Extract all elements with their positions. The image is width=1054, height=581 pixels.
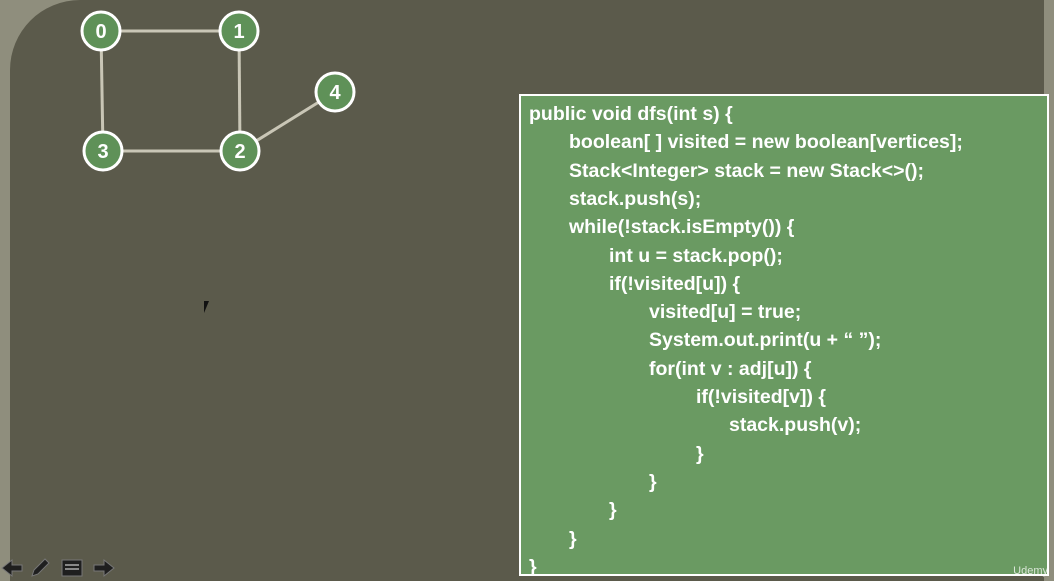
code-line: }: [569, 527, 577, 550]
code-line: stack.push(v);: [729, 414, 862, 437]
code-line: }: [609, 499, 617, 522]
previous-slide-button[interactable]: [0, 556, 24, 580]
arrow-right-icon: [93, 558, 115, 578]
code-panel: public void dfs(int s) { boolean[ ] visit…: [519, 94, 1049, 576]
slide-menu-button[interactable]: [60, 556, 84, 580]
code-line: while(!stack.isEmpty()) {: [569, 216, 795, 239]
code-line: }: [529, 555, 537, 576]
code-line: visited[u] = true;: [649, 301, 802, 324]
mouse-cursor-icon: [204, 301, 214, 313]
presentation-toolbar: [0, 553, 130, 581]
code-line: int u = stack.pop();: [609, 244, 783, 267]
code-line: }: [649, 470, 657, 493]
code-line: if(!visited[v]) {: [696, 386, 827, 408]
pencil-icon: [31, 558, 50, 577]
code-line: if(!visited[u]) {: [609, 272, 741, 295]
code-line: }: [696, 442, 704, 465]
code-line: System.out.print(u + “ ”);: [649, 329, 882, 352]
code-line: public void dfs(int s) {: [529, 103, 733, 125]
graph-node-label: 2: [234, 141, 245, 163]
arrow-left-icon: [1, 558, 23, 578]
graph-node-label: 3: [97, 141, 108, 163]
graph-node-label: 0: [95, 21, 106, 43]
graph-node-3: 3: [82, 130, 124, 172]
code-line: Stack<Integer> stack = new Stack<>();: [569, 159, 924, 182]
next-slide-button[interactable]: [92, 556, 116, 580]
code-line: boolean[ ] visited = new boolean[vertice…: [569, 131, 963, 154]
graph-node-label: 1: [233, 21, 244, 43]
graph-node-0: 0: [80, 10, 122, 52]
pen-tool-button[interactable]: [28, 556, 52, 580]
watermark: Udemy: [1013, 565, 1048, 577]
graph-node-label: 4: [329, 82, 341, 104]
code-line: for(int v : adj[u]) {: [649, 357, 812, 380]
graph-node-2: 2: [219, 130, 261, 172]
code-line: stack.push(s);: [569, 187, 702, 210]
menu-icon: [61, 559, 83, 577]
graph-node-1: 1: [218, 10, 260, 52]
graph-node-4: 4: [314, 71, 356, 113]
